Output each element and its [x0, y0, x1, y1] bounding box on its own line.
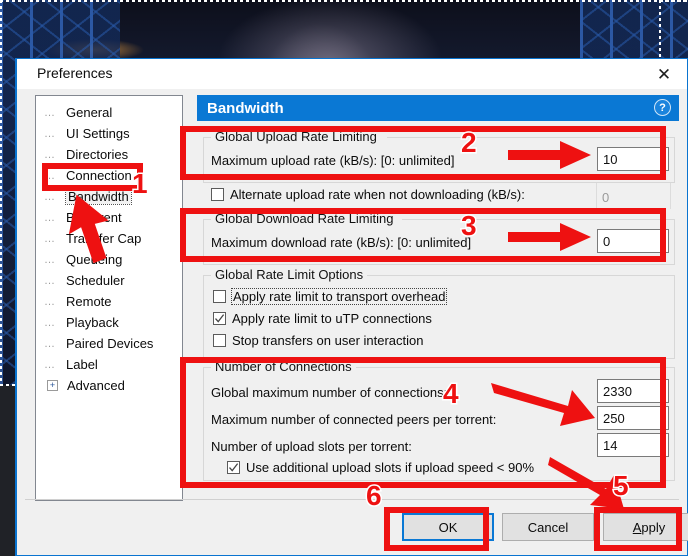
stop-transfers-user-interaction-checkbox[interactable]: Stop transfers on user interaction — [213, 333, 424, 348]
tree-branch-icon: … — [44, 253, 55, 266]
cancel-button[interactable]: Cancel — [502, 513, 594, 541]
preferences-dialog: Preferences ✕ … General … UI Settings … … — [15, 58, 688, 556]
sidebar-item-label: Playback — [66, 315, 119, 330]
global-max-connections-input[interactable]: 2330 — [597, 379, 669, 403]
dialog-title-bar: Preferences ✕ — [17, 59, 687, 89]
tree-branch-icon: … — [44, 127, 55, 140]
button-bar-divider — [25, 499, 679, 500]
selection-marquee-right — [659, 0, 661, 64]
sidebar-item-paired-devices[interactable]: … Paired Devices — [36, 333, 182, 354]
group-legend: Global Upload Rate Limiting — [211, 129, 381, 144]
global-upload-rate-limiting-group: Global Upload Rate Limiting Maximum uplo… — [197, 129, 679, 183]
sidebar-item-remote[interactable]: … Remote — [36, 291, 182, 312]
sidebar-item-bittorrent[interactable]: … BitTorrent — [36, 207, 182, 228]
global-rate-limit-options-group: Global Rate Limit Options Apply rate lim… — [197, 267, 679, 359]
sidebar-item-label: Advanced — [67, 378, 125, 393]
sidebar-item-label: Directories — [66, 147, 129, 162]
tree-branch-icon: … — [44, 211, 55, 224]
help-icon[interactable]: ? — [654, 99, 671, 116]
global-download-rate-limiting-group: Global Download Rate Limiting Maximum do… — [197, 211, 679, 265]
tree-branch-icon: … — [44, 106, 55, 119]
sidebar-item-label: Label — [66, 357, 98, 372]
tree-branch-icon: … — [44, 295, 55, 308]
max-upload-rate-input[interactable]: 10 — [597, 147, 669, 171]
selection-marquee-top — [0, 0, 688, 2]
checkbox-unchecked-icon — [213, 334, 226, 347]
number-of-connections-group: Number of Connections Global maximum num… — [197, 359, 679, 481]
checkbox-checked-icon — [213, 312, 226, 325]
apply-rate-limit-transport-overhead-checkbox[interactable]: Apply rate limit to transport overhead — [213, 288, 448, 305]
sidebar-item-label[interactable]: … Label — [36, 354, 182, 375]
tree-branch-icon: … — [44, 190, 55, 203]
max-download-rate-input[interactable]: 0 — [597, 229, 669, 253]
tree-branch-icon: … — [44, 169, 55, 182]
sidebar-item-playback[interactable]: … Playback — [36, 312, 182, 333]
checkbox-label: Apply rate limit to transport overhead — [230, 288, 448, 305]
sidebar-item-label: Connection — [66, 168, 132, 183]
sidebar-item-general[interactable]: … General — [36, 102, 182, 123]
checkbox-label: Stop transfers on user interaction — [232, 333, 424, 348]
sidebar-item-directories[interactable]: … Directories — [36, 144, 182, 165]
sidebar-item-label: BitTorrent — [66, 210, 122, 225]
sidebar-item-ui-settings[interactable]: … UI Settings — [36, 123, 182, 144]
sidebar-item-label: Bandwidth — [65, 188, 132, 205]
global-max-connections-label: Global maximum number of connections: — [211, 385, 448, 400]
alternate-upload-rate-checkbox[interactable]: Alternate upload rate when not downloadi… — [211, 187, 525, 202]
max-upload-rate-label: Maximum upload rate (kB/s): [0: unlimite… — [211, 153, 455, 168]
sidebar-item-queueing[interactable]: … Queueing — [36, 249, 182, 270]
alternate-upload-rate-input: 0 — [602, 189, 610, 205]
checkbox-label: Use additional upload slots if upload sp… — [246, 460, 535, 475]
use-additional-upload-slots-checkbox[interactable]: Use additional upload slots if upload sp… — [227, 460, 534, 475]
sidebar-item-label: General — [66, 105, 113, 120]
tree-branch-icon: … — [44, 316, 55, 329]
preferences-content-pane: Bandwidth ? Global Upload Rate Limiting … — [197, 95, 679, 555]
sidebar-item-label: UI Settings — [66, 126, 130, 141]
checkbox-checked-icon — [227, 461, 240, 474]
apply-label-rest: pply — [641, 519, 666, 535]
apply-accel-letter: A — [632, 519, 642, 535]
apply-button[interactable]: Apply — [603, 513, 688, 541]
sidebar-item-advanced[interactable]: + Advanced — [36, 375, 182, 396]
tree-branch-icon: … — [44, 274, 55, 287]
selection-marquee-left — [0, 0, 2, 385]
sidebar-item-transfer-cap[interactable]: … Transfer Cap — [36, 228, 182, 249]
sidebar-item-connection[interactable]: … Connection — [36, 165, 182, 186]
sidebar-item-label: Scheduler — [66, 273, 125, 288]
dialog-button-bar: OK Cancel Apply — [17, 499, 688, 555]
apply-rate-limit-utp-checkbox[interactable]: Apply rate limit to uTP connections — [213, 311, 432, 326]
tree-branch-icon: … — [44, 148, 55, 161]
sidebar-item-label: Remote — [66, 294, 112, 309]
checkbox-unchecked-icon — [213, 290, 226, 303]
section-header: Bandwidth ? — [197, 95, 679, 121]
alternate-upload-rate-row: Alternate upload rate when not downloadi… — [197, 183, 679, 211]
upload-slots-per-torrent-label: Number of upload slots per torrent: — [211, 439, 412, 454]
max-peers-per-torrent-input[interactable]: 250 — [597, 406, 669, 430]
group-legend: Global Download Rate Limiting — [211, 211, 398, 226]
checkbox-label: Apply rate limit to uTP connections — [232, 311, 432, 326]
sidebar-item-label: Queueing — [66, 252, 123, 267]
ok-button[interactable]: OK — [402, 513, 494, 541]
sidebar-item-scheduler[interactable]: … Scheduler — [36, 270, 182, 291]
max-peers-per-torrent-label: Maximum number of connected peers per to… — [211, 412, 497, 427]
tree-branch-icon: … — [44, 337, 55, 350]
dialog-body: … General … UI Settings … Directories … … — [17, 89, 688, 555]
close-icon[interactable]: ✕ — [641, 59, 687, 89]
sidebar-item-label: Paired Devices — [66, 336, 154, 351]
selection-marquee-right-top — [659, 0, 688, 2]
dialog-title: Preferences — [37, 65, 113, 81]
sidebar-item-label: Transfer Cap — [66, 231, 142, 246]
page-title: Bandwidth — [207, 99, 284, 117]
sidebar-item-bandwidth[interactable]: … Bandwidth — [36, 186, 182, 207]
tree-branch-icon: … — [44, 232, 55, 245]
upload-slots-per-torrent-input[interactable]: 14 — [597, 433, 669, 457]
group-legend: Number of Connections — [211, 359, 356, 374]
checkbox-unchecked-icon — [211, 188, 224, 201]
group-legend: Global Rate Limit Options — [211, 267, 368, 282]
max-download-rate-label: Maximum download rate (kB/s): [0: unlimi… — [211, 235, 472, 250]
expand-plus-icon[interactable]: + — [47, 380, 58, 391]
checkbox-label: Alternate upload rate when not downloadi… — [230, 187, 525, 202]
preferences-category-tree[interactable]: … General … UI Settings … Directories … … — [35, 95, 183, 501]
tree-branch-icon: … — [44, 358, 55, 371]
